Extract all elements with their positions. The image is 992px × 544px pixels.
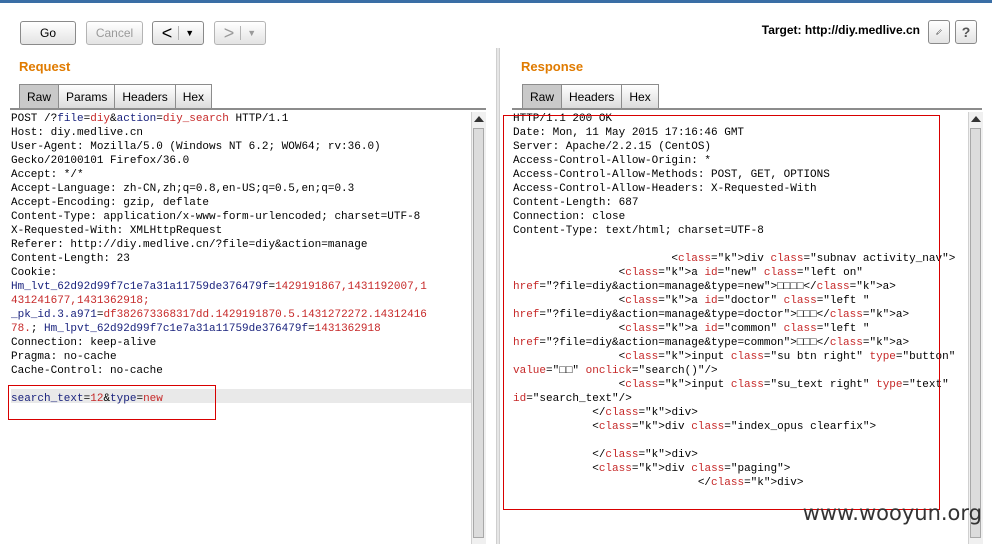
help-button[interactable]: ? (955, 20, 977, 44)
request-line: Accept: */* (11, 169, 84, 181)
request-line: Content-Type: application/x-www-form-url… (11, 211, 421, 223)
tab-request-raw[interactable]: Raw (19, 84, 60, 108)
request-line: Referer: http://diy.medlive.cn/?file=diy… (11, 239, 368, 251)
forward-button[interactable]: > ▼ (214, 21, 266, 45)
request-line: Accept-Language: zh-CN,zh;q=0.8,en-US;q=… (11, 183, 355, 195)
request-title: Request (19, 59, 71, 74)
button-separator (240, 26, 242, 40)
response-tabs: Raw Headers Hex (522, 84, 659, 108)
edit-target-button[interactable] (928, 20, 950, 44)
watermark: www.wooyun.org (802, 501, 982, 525)
tab-underline (512, 108, 982, 110)
request-line: Content-Length: 23 (11, 253, 130, 265)
request-line: Connection: keep-alive (11, 337, 157, 349)
scroll-up-icon[interactable] (474, 116, 484, 122)
request-line: Gecko/20100101 Firefox/36.0 (11, 155, 190, 167)
tab-request-headers[interactable]: Headers (114, 84, 176, 108)
chevron-down-icon[interactable]: ▼ (185, 28, 194, 38)
target-label: Target: http://diy.medlive.cn (761, 23, 920, 37)
pencil-icon (936, 29, 942, 35)
request-line: 431241677,1431362918; (11, 295, 150, 307)
request-text: POST /?file=diy&action=diy_search HTTP/1… (11, 112, 427, 406)
request-line: _pk_id.3.a971=df382673368317dd.142919187… (11, 309, 427, 321)
tab-response-headers[interactable]: Headers (561, 84, 623, 108)
panel-splitter[interactable] (496, 48, 500, 544)
scroll-up-icon[interactable] (971, 116, 981, 122)
scroll-thumb[interactable] (970, 128, 981, 538)
highlight-box-response (503, 115, 940, 510)
cancel-button[interactable]: Cancel (86, 21, 143, 45)
request-line: POST /?file=diy&action=diy_search HTTP/1… (11, 113, 289, 125)
response-scrollbar[interactable] (968, 112, 983, 544)
back-button[interactable]: < ▼ (152, 21, 204, 45)
request-line: Host: diy.medlive.cn (11, 127, 144, 139)
request-line: 78.; Hm_lpvt_62d92d99f7c1e7a31a11759de37… (11, 323, 381, 335)
request-editor[interactable]: POST /?file=diy&action=diy_search HTTP/1… (9, 112, 471, 544)
tab-response-hex[interactable]: Hex (621, 84, 659, 108)
toolbar: Go Cancel < ▼ > ▼ Target: http://diy.med… (0, 3, 992, 51)
chevron-down-icon[interactable]: ▼ (247, 28, 256, 38)
request-line: User-Agent: Mozilla/5.0 (Windows NT 6.2;… (11, 141, 381, 153)
request-line: Accept-Encoding: gzip, deflate (11, 197, 210, 209)
tab-underline (10, 108, 486, 110)
request-line: Cookie: (11, 267, 58, 279)
button-separator (178, 26, 180, 40)
highlight-box-request-body (8, 385, 216, 420)
tab-response-raw[interactable]: Raw (522, 84, 563, 108)
request-line: Pragma: no-cache (11, 351, 117, 363)
forward-arrow-icon: > (223, 23, 235, 43)
tab-request-params[interactable]: Params (58, 84, 116, 108)
scroll-thumb[interactable] (473, 128, 484, 538)
request-line: Cache-Control: no-cache (11, 365, 163, 377)
back-arrow-icon: < (161, 23, 173, 43)
request-line: X-Requested-With: XMLHttpRequest (11, 225, 223, 237)
request-line: Hm_lvt_62d92d99f7c1e7a31a11759de376479f=… (11, 281, 427, 293)
request-scrollbar[interactable] (471, 112, 486, 544)
tab-request-hex[interactable]: Hex (174, 84, 213, 108)
response-title: Response (521, 59, 584, 74)
request-tabs: Raw Params Headers Hex (19, 84, 213, 108)
go-button[interactable]: Go (20, 21, 76, 45)
